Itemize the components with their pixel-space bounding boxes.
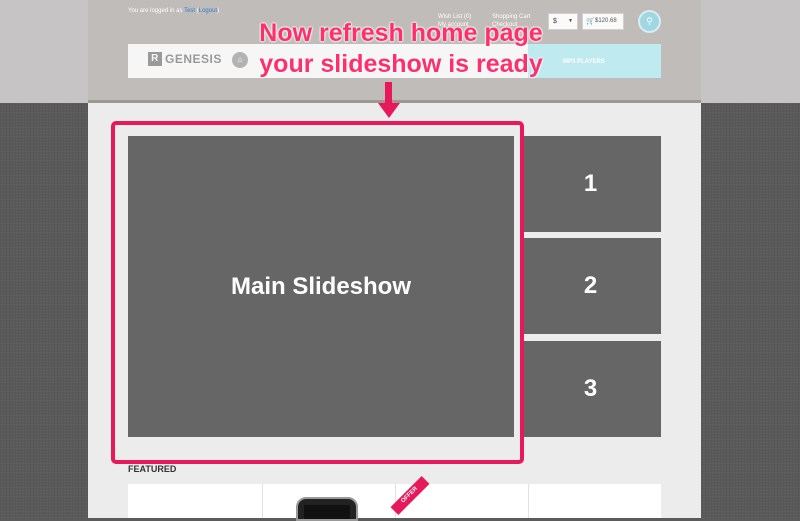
product-image-phone[interactable] <box>296 497 358 521</box>
nav-item-mp3-players[interactable]: MP3 PLAYERS <box>563 59 605 65</box>
slide-thumb-3[interactable]: 3 <box>520 341 661 437</box>
annotation-line-1: Now refresh home page <box>259 19 543 47</box>
logo-mark: R <box>148 52 162 66</box>
product-divider <box>262 484 263 518</box>
annotation-highlight-box <box>111 121 524 464</box>
search-icon: ⚲ <box>646 16 653 26</box>
logo-text: GENESIS <box>165 52 222 66</box>
search-button[interactable]: ⚲ <box>640 12 659 31</box>
featured-heading: FEATURED <box>128 464 177 474</box>
logout-link[interactable]: Logout <box>199 8 217 14</box>
top-band-edge-left <box>0 0 88 103</box>
login-status: You are logged in as Test (Logout) <box>128 8 219 14</box>
slide-thumb-1[interactable]: 1 <box>520 136 661 232</box>
cart-total-value: $120.68 <box>595 18 617 24</box>
slide-thumb-label: 2 <box>583 272 598 299</box>
phone-screen <box>304 505 350 519</box>
top-band-edge-right <box>701 0 800 103</box>
slide-thumb-label: 1 <box>583 170 598 197</box>
login-status-prefix: You are logged in as <box>128 8 183 14</box>
slide-thumb-2[interactable]: 2 <box>520 238 661 334</box>
cart-icon: 🛒 <box>586 18 595 25</box>
chevron-down-icon: ▼ <box>568 18 573 24</box>
product-divider <box>528 484 529 518</box>
cart-total-button[interactable]: 🛒 $120.68 <box>582 13 624 30</box>
arrow-down-icon <box>378 103 400 118</box>
username-link[interactable]: Test <box>184 8 195 14</box>
slide-thumb-label: 3 <box>583 375 598 402</box>
annotation-callout: Now refresh home page your slideshow is … <box>236 18 566 80</box>
paren-close: ) <box>217 8 220 14</box>
site-logo[interactable]: R GENESIS <box>148 52 222 70</box>
annotation-line-2: your slideshow is ready <box>259 50 543 78</box>
